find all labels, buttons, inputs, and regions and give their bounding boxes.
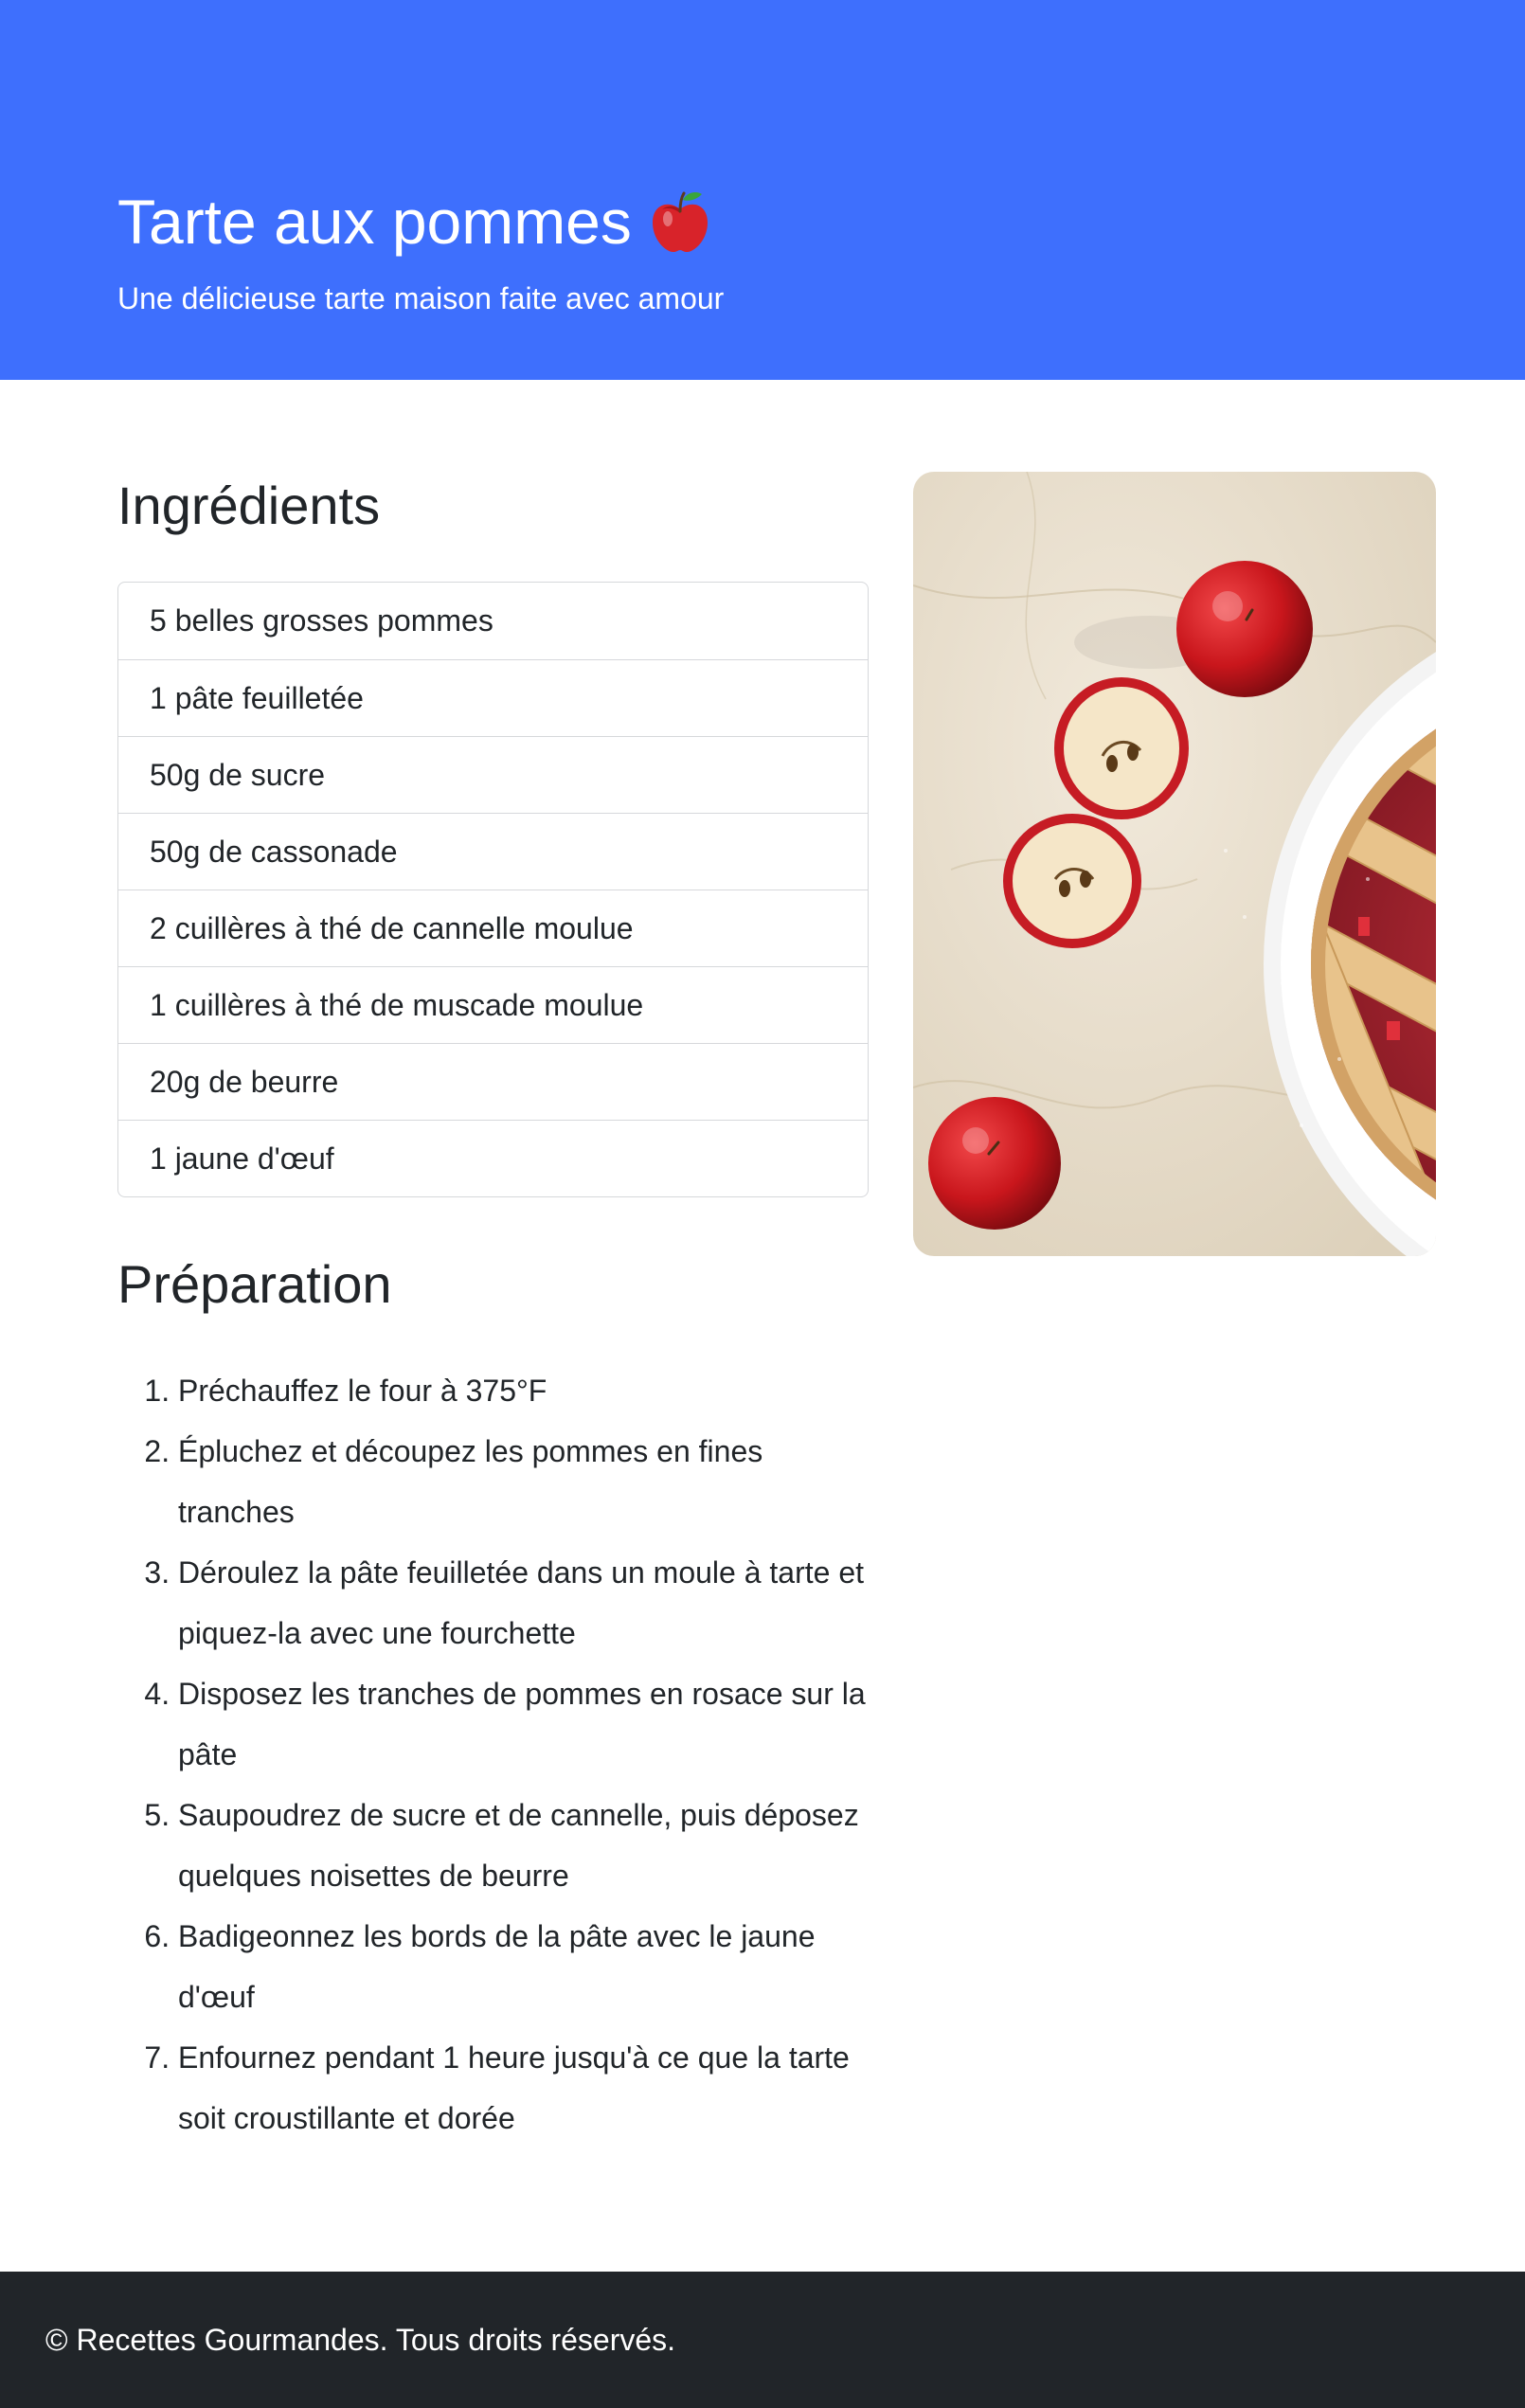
ingredient-item: 20g de beurre: [118, 1043, 868, 1120]
ingredient-item: 1 pâte feuilletée: [118, 659, 868, 736]
preparation-step: Disposez les tranches de pommes en rosac…: [178, 1663, 875, 1785]
footer-copyright: © Recettes Gourmandes. Tous droits réser…: [45, 2323, 676, 2357]
preparation-step: Épluchez et découpez les pommes en fines…: [178, 1421, 875, 1542]
ingredient-item: 1 jaune d'œuf: [118, 1120, 868, 1196]
ingredient-item: 5 belles grosses pommes: [150, 603, 493, 638]
ingredients-heading: Ingrédients: [117, 476, 381, 535]
preparation-step: Déroulez la pâte feuilletée dans un moul…: [178, 1542, 875, 1663]
ingredient-item: 50g de sucre: [118, 736, 868, 813]
ingredient-item: 50g de cassonade: [118, 813, 868, 890]
page-footer: © Recettes Gourmandes. Tous droits réser…: [0, 2272, 1525, 2408]
ingredient-item: 1 cuillères à thé de muscade moulue: [118, 966, 868, 1043]
preparation-step: Saupoudrez de sucre et de cannelle, puis…: [178, 1785, 875, 1906]
preparation-steps: Préchauffez le four à 375°F Épluchez et …: [117, 1360, 875, 2148]
ingredients-list: 5 belles grosses pommes 1 pâte feuilleté…: [117, 582, 869, 1197]
hero-banner: Tarte aux pommes Une délicieuse tarte ma…: [0, 0, 1525, 380]
preparation-step: Badigeonnez les bords de la pâte avec le…: [178, 1906, 875, 2027]
ingredient-item: 2 cuillères à thé de cannelle moulue: [118, 890, 868, 966]
page-subtitle: Une délicieuse tarte maison faite avec a…: [117, 281, 725, 315]
page-title-text: Tarte aux pommes: [117, 187, 632, 257]
apple-pie-photo: [913, 472, 1436, 1256]
red-apple-icon: [652, 191, 708, 253]
preparation-step: Enfournez pendant 1 heure jusqu'à ce que…: [178, 2027, 875, 2148]
preparation-step: Préchauffez le four à 375°F: [178, 1360, 875, 1421]
preparation-heading: Préparation: [117, 1254, 392, 1314]
page-title: Tarte aux pommes: [117, 176, 711, 267]
